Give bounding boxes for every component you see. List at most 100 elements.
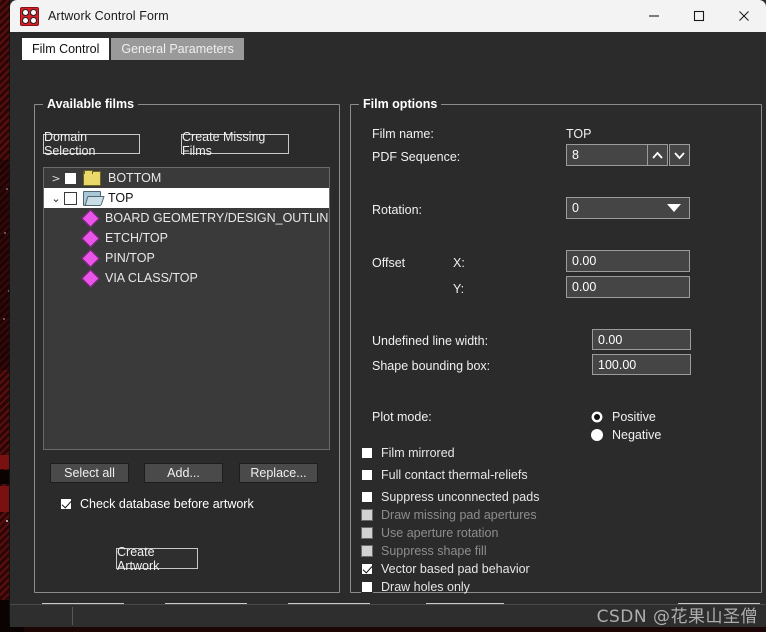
offset-y-input[interactable]: 0.00 bbox=[566, 276, 690, 298]
minimize-icon[interactable] bbox=[631, 0, 676, 32]
domain-selection-label: Domain Selection bbox=[44, 130, 96, 158]
offset-label: Offset bbox=[372, 256, 406, 270]
pdf-sequence-input[interactable]: 8 bbox=[566, 144, 649, 166]
pdf-sequence-value: 8 bbox=[572, 148, 579, 162]
draw-missing-pad-apertures-label: Draw missing pad apertures bbox=[381, 508, 537, 522]
add-button[interactable]: Add... bbox=[144, 463, 223, 483]
check-database-label: Check database before artwork bbox=[80, 497, 254, 511]
dialog-client-area: Film Control General Parameters Availabl… bbox=[10, 32, 766, 625]
tree-row-pin-top[interactable]: PIN/TOP bbox=[44, 248, 329, 268]
shape-bounding-box-input[interactable]: 100.00 bbox=[592, 354, 691, 375]
folder-open-icon bbox=[83, 190, 101, 206]
add-label: Add... bbox=[167, 466, 200, 480]
desktop-background: Artwork Control Form Film Control Genera… bbox=[0, 0, 766, 632]
tree-row-top[interactable]: ⌄ TOP bbox=[44, 188, 329, 208]
artwork-control-form-window: Artwork Control Form Film Control Genera… bbox=[10, 0, 766, 625]
tab-film-control-label: Film Control bbox=[32, 42, 100, 56]
offset-x-input[interactable]: 0.00 bbox=[566, 250, 690, 272]
suppress-unconnected-pads-checkbox[interactable]: Suppress unconnected pads bbox=[361, 490, 539, 504]
tab-film-control[interactable]: Film Control bbox=[22, 38, 110, 60]
draw-missing-pad-apertures-checkbox: Draw missing pad apertures bbox=[361, 508, 537, 522]
select-all-label: Select all bbox=[64, 466, 115, 480]
films-tree[interactable]: > BOTTOM ⌄ TOP BOARD GEOMETRY/DESIGN_OUT… bbox=[43, 167, 330, 450]
suppress-shape-fill-label: Suppress shape fill bbox=[381, 544, 487, 558]
layer-diamond-icon bbox=[81, 208, 100, 228]
create-missing-films-button[interactable]: Create Missing Films bbox=[181, 130, 289, 158]
offset-y-value: 0.00 bbox=[572, 280, 597, 294]
select-all-button[interactable]: Select all bbox=[50, 463, 129, 483]
full-contact-thermal-reliefs-checkbox[interactable]: Full contact thermal-reliefs bbox=[361, 468, 528, 482]
tree-row-bottom[interactable]: > BOTTOM bbox=[44, 168, 329, 188]
tab-general-parameters-label: General Parameters bbox=[121, 42, 234, 56]
checkbox-box bbox=[361, 527, 373, 539]
tree-row-board-geometry[interactable]: BOARD GEOMETRY/DESIGN_OUTLINE bbox=[44, 208, 329, 228]
rotation-value: 0 bbox=[572, 201, 579, 215]
film-name-value: TOP bbox=[566, 127, 592, 141]
rotation-select[interactable]: 0 bbox=[566, 197, 690, 219]
checkbox-box bbox=[361, 581, 373, 593]
maximize-icon[interactable] bbox=[676, 0, 721, 32]
create-artwork-button[interactable]: Create Artwork bbox=[116, 545, 198, 573]
plot-mode-negative-radio[interactable]: Negative bbox=[591, 428, 661, 442]
close-icon[interactable] bbox=[721, 0, 766, 32]
window-title: Artwork Control Form bbox=[48, 9, 169, 23]
domain-selection-button[interactable]: Domain Selection bbox=[43, 130, 140, 158]
check-database-before-artwork-checkbox[interactable]: Check database before artwork bbox=[60, 497, 254, 511]
draw-holes-only-checkbox[interactable]: Draw holes only bbox=[361, 580, 470, 594]
tree-label-via-class-top: VIA CLASS/TOP bbox=[105, 270, 198, 285]
checkbox-box bbox=[60, 498, 72, 510]
shape-bounding-box-label: Shape bounding box: bbox=[372, 359, 491, 373]
tree-checkbox-bottom[interactable] bbox=[64, 171, 77, 185]
vector-based-pad-behavior-checkbox[interactable]: Vector based pad behavior bbox=[361, 562, 530, 576]
tree-label-etch-top: ETCH/TOP bbox=[105, 230, 168, 245]
checkbox-box bbox=[361, 447, 373, 459]
layer-diamond-icon bbox=[81, 228, 100, 248]
offset-y-label: Y: bbox=[453, 282, 465, 296]
radio-button bbox=[591, 411, 603, 423]
chevron-up-icon[interactable] bbox=[647, 144, 668, 166]
film-options-legend: Film options bbox=[359, 97, 442, 111]
artwork-pads-icon bbox=[20, 6, 39, 26]
window-controls bbox=[631, 0, 766, 32]
watermark-text: CSDN @花果山圣僧 bbox=[596, 607, 758, 627]
use-aperture-rotation-checkbox: Use aperture rotation bbox=[361, 526, 498, 540]
tree-label-board-geometry: BOARD GEOMETRY/DESIGN_OUTLINE bbox=[105, 210, 330, 225]
checkbox-box bbox=[361, 563, 373, 575]
replace-label: Replace... bbox=[250, 466, 307, 480]
shape-bounding-box-value: 100.00 bbox=[598, 357, 637, 372]
tree-row-via-class-top[interactable]: VIA CLASS/TOP bbox=[44, 268, 329, 288]
full-contact-thermal-reliefs-label: Full contact thermal-reliefs bbox=[381, 468, 528, 482]
undefined-line-width-input[interactable]: 0.00 bbox=[592, 329, 691, 350]
create-missing-films-label: Create Missing Films bbox=[182, 130, 266, 158]
tree-checkbox-top[interactable] bbox=[64, 191, 77, 205]
plot-mode-positive-label: Positive bbox=[612, 410, 656, 424]
plot-mode-negative-label: Negative bbox=[612, 428, 662, 442]
title-bar: Artwork Control Form bbox=[10, 0, 766, 32]
undefined-line-width-label: Undefined line width: bbox=[372, 334, 489, 348]
layer-diamond-icon bbox=[81, 268, 100, 288]
replace-button[interactable]: Replace... bbox=[239, 463, 318, 483]
film-mirrored-checkbox[interactable]: Film mirrored bbox=[361, 446, 455, 460]
folder-closed-icon bbox=[83, 169, 101, 186]
chevron-down-icon[interactable]: ⌄ bbox=[48, 192, 64, 205]
offset-x-label: X: bbox=[453, 256, 465, 270]
chevron-right-icon[interactable]: > bbox=[48, 172, 64, 185]
film-mirrored-label: Film mirrored bbox=[381, 446, 455, 460]
status-bar-divider bbox=[72, 607, 73, 625]
tree-label-bottom: BOTTOM bbox=[108, 170, 162, 185]
chevron-down-icon[interactable] bbox=[669, 144, 690, 166]
available-films-legend: Available films bbox=[43, 97, 139, 111]
create-artwork-label: Create Artwork bbox=[117, 544, 160, 573]
pdf-sequence-label: PDF Sequence: bbox=[372, 150, 461, 164]
rotation-label: Rotation: bbox=[372, 203, 423, 217]
checkbox-box bbox=[361, 509, 373, 521]
tab-general-parameters[interactable]: General Parameters bbox=[111, 38, 244, 60]
tree-row-etch-top[interactable]: ETCH/TOP bbox=[44, 228, 329, 248]
plot-mode-positive-radio[interactable]: Positive bbox=[591, 410, 656, 424]
tree-label-top: TOP bbox=[108, 190, 134, 205]
undefined-line-width-value: 0.00 bbox=[598, 332, 623, 347]
draw-holes-only-label: Draw holes only bbox=[381, 580, 470, 594]
tab-strip: Film Control General Parameters bbox=[22, 38, 244, 60]
offset-x-value: 0.00 bbox=[572, 254, 597, 268]
tree-label-pin-top: PIN/TOP bbox=[105, 250, 155, 265]
